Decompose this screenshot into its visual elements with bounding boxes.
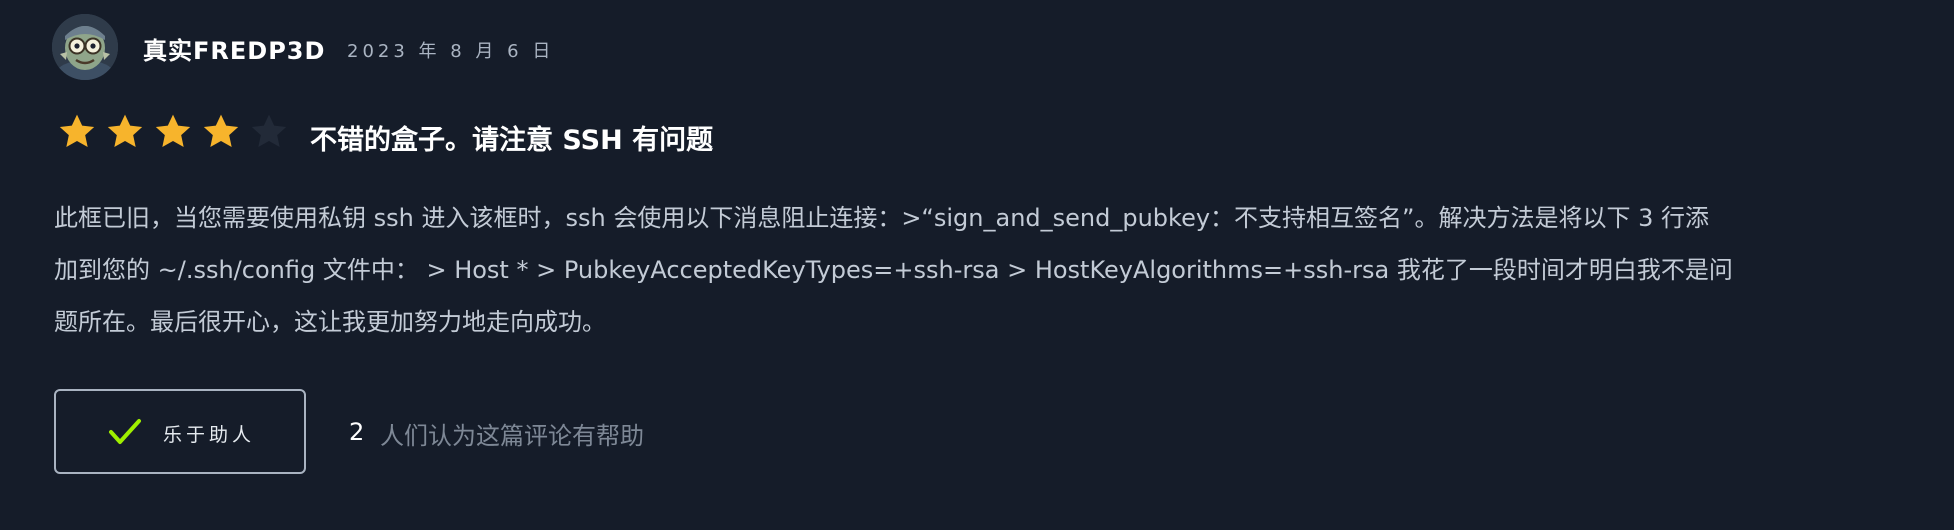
star-filled-icon (107, 114, 143, 147)
star-empty-icon (251, 114, 287, 147)
helpful-button-label: 乐于助人 (163, 424, 256, 446)
review-body-line: 题所在。最后很开心，这让我更加努力地走向成功。 (54, 308, 606, 336)
helpful-button[interactable]: 乐于助人 (54, 389, 306, 474)
review-body: 此框已旧，当您需要使用私钥 ssh 进入该框时，ssh 会使用以下消息阻止连接：… (54, 192, 1854, 348)
helpful-count-text: 人们认为这篇评论有帮助 (380, 422, 644, 450)
avatar[interactable] (52, 14, 118, 80)
checkmark-icon (109, 419, 141, 444)
star-filled-icon (155, 114, 191, 147)
author-name[interactable]: 真实FREDP3D (143, 31, 325, 66)
star-filled-icon (59, 114, 95, 147)
review-title: 不错的盒子。请注意 SSH 有问题 (310, 125, 714, 156)
helpful-count: 2 (349, 418, 365, 446)
review-date: 2023 年 8 月 6 日 (347, 41, 555, 62)
star-filled-icon (203, 114, 239, 147)
review-card: 真实FREDP3D 2023 年 8 月 6 日 不错的盒子。请注意 SSH 有… (0, 0, 1954, 530)
avatar-image (52, 14, 118, 80)
review-body-line: 加到您的 ~/.ssh/config 文件中： > Host * > Pubke… (54, 256, 1733, 284)
star-rating (57, 111, 297, 153)
review-body-line: 此框已旧，当您需要使用私钥 ssh 进入该框时，ssh 会使用以下消息阻止连接：… (54, 204, 1709, 232)
